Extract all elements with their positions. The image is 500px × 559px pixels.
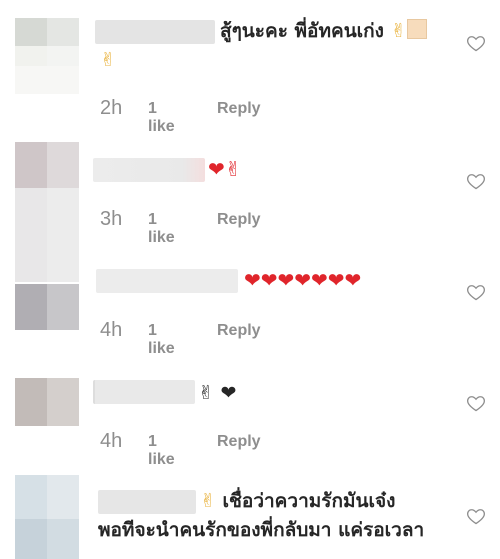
comment-timestamp[interactable]: 3h [100, 208, 122, 231]
like-count[interactable]: 1 like [148, 322, 175, 358]
like-count[interactable]: 1 like [148, 433, 175, 469]
like-heart-icon[interactable] [466, 171, 486, 191]
username-redacted[interactable] [96, 269, 238, 293]
username-redacted[interactable] [93, 380, 195, 404]
red-heart-emoji: ❤❤❤❤❤❤❤ [244, 268, 362, 292]
avatar[interactable] [15, 18, 79, 94]
comment-text-line2: ✌ [100, 47, 116, 73]
victory-hand-emoji: ✌ [200, 490, 216, 512]
emoji-box-icon [406, 19, 427, 39]
heart-outline-icon [467, 396, 485, 412]
username-redacted[interactable] [98, 490, 196, 514]
heart-outline-icon [467, 509, 485, 525]
avatar[interactable] [15, 142, 79, 282]
comment-text-line1: เชื่อว่าความรักมันเจ๋ง [222, 490, 396, 512]
comment-text: ✌ เชื่อว่าความรักมันเจ๋ง [200, 488, 395, 514]
red-heart-emoji: ❤✌ [208, 157, 242, 181]
comment-text-line2: พอทีจะนำคนรักของพี่กลับมา แค่รอเวลา [98, 517, 424, 543]
comment-text: ✌ ❤ [198, 380, 236, 406]
comment-timestamp[interactable]: 4h [100, 430, 122, 453]
like-count[interactable]: 1 like [148, 100, 175, 136]
comment-timestamp[interactable]: 2h [100, 97, 122, 120]
avatar[interactable] [15, 284, 79, 330]
reply-button[interactable]: Reply [217, 433, 261, 451]
like-heart-icon[interactable] [466, 33, 486, 53]
reply-button[interactable]: Reply [217, 322, 261, 340]
victory-hand-emoji: ✌ [390, 20, 407, 42]
comment-text-body: พอทีจะนำคนรักของพี่กลับมา แค่รอเวลา [98, 519, 425, 541]
like-heart-icon[interactable] [466, 282, 486, 302]
heart-outline-icon [467, 285, 485, 301]
reply-button[interactable]: Reply [217, 211, 261, 229]
reply-button[interactable]: Reply [217, 100, 261, 118]
comment-text-body: สู้ๆนะคะ พี่อัทคนเก่ง [220, 20, 384, 42]
comment-text: ❤✌ [208, 156, 242, 183]
username-redacted[interactable] [93, 158, 205, 182]
heart-outline-icon [467, 36, 485, 52]
heart-outline-icon [467, 174, 485, 190]
victory-hand-emoji: ✌ [100, 49, 116, 71]
like-heart-icon[interactable] [466, 393, 486, 413]
like-heart-icon[interactable] [466, 506, 486, 526]
comment-emoji: ✌ ❤ [198, 382, 237, 404]
avatar[interactable] [15, 378, 79, 426]
comment-text: ❤❤❤❤❤❤❤ [244, 267, 361, 294]
username-redacted[interactable] [95, 20, 215, 44]
comment-text: สู้ๆนะคะ พี่อัทคนเก่ง ✌ [220, 18, 427, 44]
avatar[interactable] [15, 475, 79, 559]
comment-timestamp[interactable]: 4h [100, 319, 122, 342]
like-count[interactable]: 1 like [148, 211, 175, 247]
